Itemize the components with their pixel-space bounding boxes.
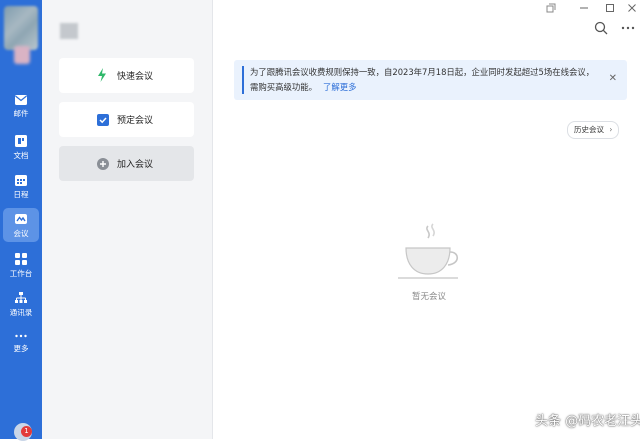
- rail-item-contacts[interactable]: 通讯录: [3, 287, 39, 321]
- minimize-icon[interactable]: [579, 3, 589, 13]
- notice-close-icon[interactable]: ✕: [609, 73, 617, 84]
- rail-label: 邮件: [13, 109, 29, 118]
- user-avatar-blurred[interactable]: [4, 6, 38, 50]
- empty-cup-icon: [398, 223, 459, 279]
- maximize-icon[interactable]: [605, 3, 615, 13]
- history-label: 历史会议: [574, 125, 604, 134]
- quick-meeting-button[interactable]: 快速会议: [59, 58, 194, 93]
- rail-item-mail[interactable]: 邮件: [3, 90, 39, 124]
- checkbox-icon: [97, 114, 109, 126]
- join-meeting-button[interactable]: 加入会议: [59, 146, 194, 181]
- app-rail: 邮件 文档 日程 会议 工作台 通讯录 更多 1: [0, 0, 42, 441]
- rail-label: 日程: [13, 190, 29, 199]
- chevron-right-icon: ›: [609, 125, 613, 134]
- document-icon: [15, 135, 27, 147]
- lightning-icon: [98, 68, 106, 82]
- rail-item-more[interactable]: 更多: [3, 327, 39, 361]
- notice-message: 为了跟腾讯会议收费规则保持一致，自2023年7月18日起，企业同时发起超过5场在…: [250, 67, 595, 92]
- rail-item-workbench[interactable]: 工作台: [3, 248, 39, 282]
- status-blur: [14, 46, 30, 64]
- plus-circle-icon: [97, 158, 109, 170]
- schedule-meeting-label: 预定会议: [117, 116, 154, 126]
- contacts-icon: [15, 292, 27, 303]
- rail-label: 工作台: [9, 269, 33, 278]
- rail-label: 更多: [13, 344, 29, 353]
- watermark: 头条 @码农老汪头: [535, 414, 640, 429]
- notice-text-wrap: 为了跟腾讯会议收费规则保持一致，自2023年7月18日起，企业同时发起超过5场在…: [250, 65, 599, 95]
- schedule-meeting-button[interactable]: 预定会议: [59, 102, 194, 137]
- more-icon[interactable]: [621, 22, 635, 34]
- title-blur: [60, 23, 78, 39]
- rail-item-calendar[interactable]: 日程: [3, 169, 39, 203]
- empty-state-text: 暂无会议: [411, 292, 446, 302]
- join-meeting-label: 加入会议: [117, 160, 154, 170]
- close-icon[interactable]: [627, 3, 637, 13]
- quick-meeting-label: 快速会议: [117, 72, 154, 82]
- rail-item-meeting[interactable]: 会议: [3, 208, 39, 242]
- more-dots-icon: [15, 334, 27, 338]
- learn-more-link[interactable]: 了解更多: [323, 82, 357, 92]
- meeting-icon: [15, 214, 27, 224]
- workbench-icon: [15, 253, 27, 265]
- history-meetings-button[interactable]: 历史会议 ›: [567, 121, 620, 139]
- rail-label: 文档: [13, 151, 29, 160]
- rail-label: 通讯录: [9, 308, 33, 317]
- meeting-actions-panel: 快速会议 预定会议 加入会议: [42, 0, 213, 439]
- search-icon[interactable]: [594, 21, 608, 35]
- notice-banner: 为了跟腾讯会议收费规则保持一致，自2023年7月18日起，企业同时发起超过5场在…: [234, 60, 627, 100]
- mail-icon: [15, 95, 27, 105]
- restore-icon[interactable]: [546, 3, 556, 13]
- notification-badge: 1: [21, 426, 32, 437]
- rail-label: 会议: [13, 229, 29, 238]
- calendar-icon: [15, 175, 27, 186]
- rail-item-docs[interactable]: 文档: [3, 130, 39, 164]
